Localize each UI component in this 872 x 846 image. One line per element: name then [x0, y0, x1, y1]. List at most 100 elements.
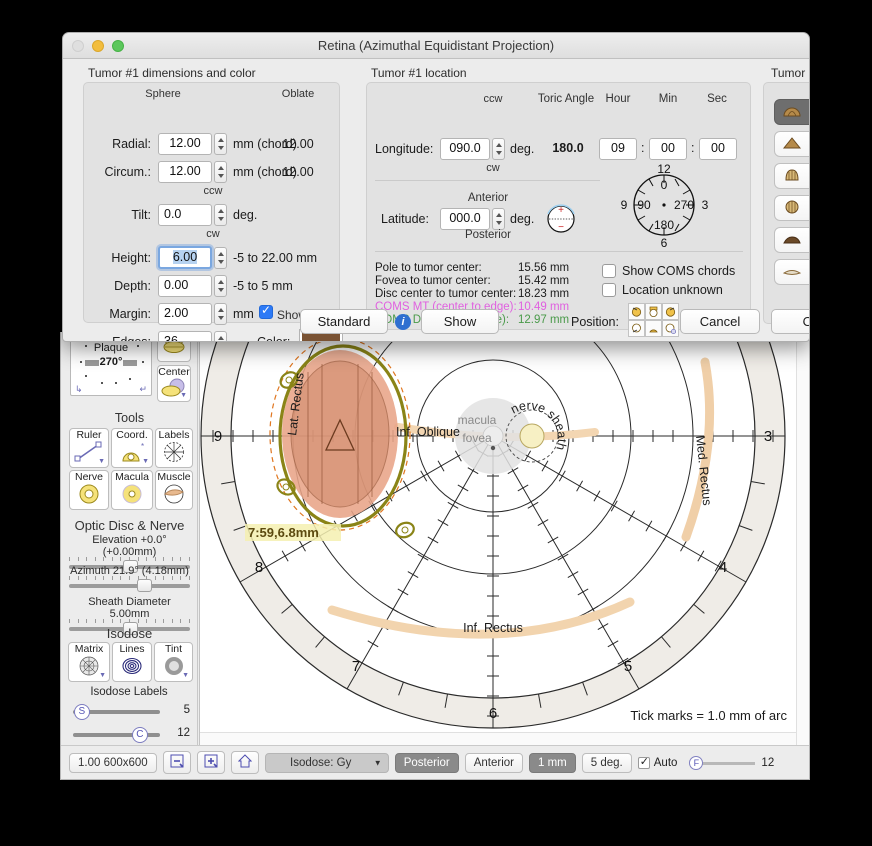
slider-azimuth-knob[interactable]: [137, 579, 153, 592]
longitude-ccw-label: ccw: [483, 93, 503, 105]
radial-input[interactable]: 12.00: [158, 133, 212, 155]
latitude-stepper[interactable]: [492, 208, 505, 230]
show-coms-chords-checkbox[interactable]: [602, 264, 616, 278]
location-unknown-checkbox[interactable]: [602, 283, 616, 297]
tool-muscle[interactable]: Muscle: [155, 470, 193, 510]
tool-macula[interactable]: Macula: [111, 470, 153, 510]
dialog-titlebar[interactable]: Retina (Azimuthal Equidistant Projection…: [63, 33, 809, 59]
position-button-1[interactable]: [628, 303, 645, 320]
clock-top-label: 12: [657, 162, 671, 176]
isodose-matrix-button[interactable]: Matrix ▼: [68, 642, 110, 682]
isodose-slider-s[interactable]: S 5: [69, 703, 190, 721]
min-input[interactable]: 00: [649, 138, 687, 160]
position-button-3[interactable]: [662, 303, 679, 320]
position-button-2[interactable]: [645, 303, 662, 320]
hour-input[interactable]: 09: [599, 138, 637, 160]
circum-input[interactable]: 12.00: [158, 161, 212, 183]
auto-checkbox[interactable]: [637, 755, 650, 769]
position-bottom-icon: [649, 329, 658, 333]
plaque-dot: [85, 345, 87, 347]
plaque-preview[interactable]: Plaque 270° ↳ ↵: [70, 336, 152, 396]
position-button-5[interactable]: [645, 320, 662, 337]
shape-option-dome[interactable]: Dome: [774, 99, 809, 125]
depth-stepper[interactable]: [214, 275, 227, 297]
conic-icon: [779, 136, 805, 153]
margin-stepper[interactable]: [214, 303, 227, 325]
sec-input[interactable]: 00: [699, 138, 737, 160]
color-label: Color:: [257, 335, 291, 342]
longitude-stepper[interactable]: [492, 138, 505, 160]
zoom-value[interactable]: 1.00 600x600: [69, 752, 157, 773]
label-inf-oblique: Inf. Oblique: [396, 425, 460, 439]
zoom-out-button[interactable]: [162, 751, 191, 774]
height-input[interactable]: 6.00: [158, 246, 212, 269]
eye-orientation-widget[interactable]: + −: [544, 201, 578, 235]
center-button[interactable]: Center ▼: [157, 365, 191, 402]
slider-azimuth[interactable]: Azimuth 21.9° (4.18mm): [69, 565, 190, 592]
info-icon[interactable]: i: [395, 314, 411, 330]
show-margin-checkbox[interactable]: [259, 303, 273, 319]
view-anterior-button[interactable]: Anterior: [464, 752, 524, 773]
isodose-title: Isodose: [106, 626, 153, 641]
label-inf-rectus: Inf. Rectus: [463, 621, 523, 635]
latitude-input[interactable]: 000.0: [440, 208, 490, 230]
zoom-in-icon: [204, 754, 218, 768]
position-button-4[interactable]: [628, 320, 645, 337]
shape-option-ball[interactable]: Ball: [774, 195, 809, 221]
isodose-tint-button[interactable]: Tint ▼: [154, 642, 193, 682]
zoom-in-button[interactable]: [196, 751, 225, 774]
slider-elevation[interactable]: Elevation +0.0° (+0.00mm): [69, 534, 190, 573]
chevron-down-icon: ▼: [142, 458, 149, 465]
edges-stepper[interactable]: [214, 331, 227, 341]
cancel-button[interactable]: Cancel: [680, 309, 760, 334]
edges-input[interactable]: 36: [158, 331, 212, 341]
margin-input[interactable]: 2.00: [158, 303, 212, 325]
tool-coord[interactable]: Coord. * ▼: [111, 428, 153, 468]
longitude-input[interactable]: 090.0: [440, 138, 490, 160]
radial-stepper[interactable]: [214, 133, 227, 155]
auto-toggle[interactable]: Auto: [637, 755, 677, 769]
tilt-stepper[interactable]: [214, 204, 227, 226]
tool-ruler[interactable]: Ruler ▼: [69, 428, 109, 468]
f-slider-knob[interactable]: F: [689, 755, 704, 770]
tool-labels[interactable]: Labels: [155, 428, 193, 468]
shape-option-constant[interactable]: Constant: [774, 259, 809, 285]
position-grid[interactable]: [628, 303, 679, 337]
time-separator-1: :: [641, 141, 645, 155]
circum-stepper[interactable]: [214, 161, 227, 183]
isodose-select[interactable]: Isodose: Gy ▼: [264, 752, 389, 773]
shape-option-conic[interactable]: Conic: [774, 131, 809, 157]
standard-button[interactable]: Standard: [300, 309, 388, 334]
shape-option-stem[interactable]: Stem: [774, 163, 809, 189]
clock-dial[interactable]: 12 6 9 3 0 180 90 270: [616, 161, 712, 249]
show-button[interactable]: Show: [421, 309, 499, 334]
isodose-matrix-label: Matrix: [74, 643, 104, 655]
depth-input[interactable]: 0.00: [158, 275, 212, 297]
slider-azimuth-track[interactable]: [69, 576, 190, 592]
home-button[interactable]: [230, 751, 259, 774]
horizontal-scrollbar[interactable]: [200, 732, 796, 745]
tool-nerve[interactable]: Nerve: [69, 470, 109, 510]
tilt-input[interactable]: 0.0: [158, 204, 212, 226]
step-deg-button[interactable]: 5 deg.: [581, 752, 632, 773]
labels-icon: [164, 442, 184, 462]
retina-canvas[interactable]: macula fovea nerve sheath 7:59,6.8mm Lat…: [199, 332, 809, 745]
isodose-slider-s-knob[interactable]: S: [73, 704, 90, 720]
anterior-label: Anterior: [467, 192, 509, 204]
isodose-slider-c-knob[interactable]: C: [131, 727, 148, 743]
height-stepper[interactable]: [214, 247, 227, 269]
ok-button[interactable]: OK: [771, 309, 809, 334]
isodose-slider-c[interactable]: C 12: [69, 726, 190, 744]
f-slider[interactable]: F: [683, 755, 756, 770]
svg-text:*: *: [141, 442, 144, 451]
step-mm-button[interactable]: 1 mm: [529, 752, 576, 773]
tool-macula-label: Macula: [115, 471, 149, 483]
shape-option-truncated[interactable]: Truncated: [774, 227, 809, 253]
vertical-scrollbar[interactable]: [796, 332, 809, 745]
isodose-lines-button[interactable]: Lines: [112, 642, 152, 682]
radial-oblate: 12.00: [282, 137, 314, 151]
longitude-cw-label: cw: [486, 162, 500, 174]
dialog-title: Retina (Azimuthal Equidistant Projection…: [317, 38, 555, 53]
position-button-6[interactable]: [662, 320, 679, 337]
view-posterior-button[interactable]: Posterior: [394, 752, 459, 773]
